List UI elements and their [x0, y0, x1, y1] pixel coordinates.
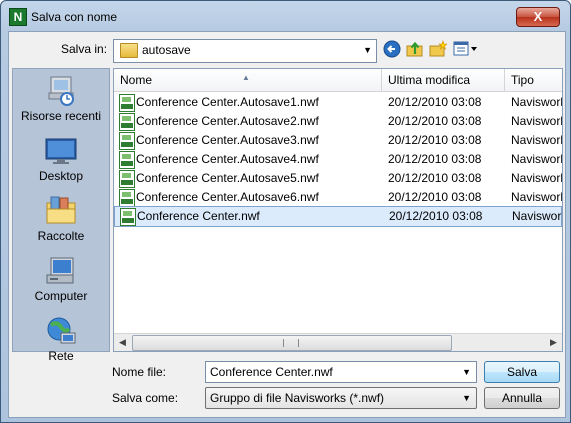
- new-folder-icon[interactable]: [429, 40, 448, 58]
- save-as-dialog: N Salva con nome X Salva in: autosave ▼: [0, 0, 571, 423]
- window-title: Salva con nome: [31, 10, 118, 24]
- column-type-label: Tipo: [511, 73, 534, 87]
- file-row[interactable]: Conference Center.Autosave3.nwf 20/12/20…: [114, 131, 562, 150]
- file-date: 20/12/2010 03:08: [388, 114, 482, 128]
- folder-icon: [120, 43, 138, 58]
- column-name-label: Nome: [120, 73, 153, 87]
- grip-icon: [283, 339, 299, 347]
- place-desktop[interactable]: Desktop: [13, 131, 109, 189]
- place-network[interactable]: Rete: [13, 311, 109, 369]
- nwf-file-icon: [119, 113, 135, 131]
- file-date: 20/12/2010 03:08: [388, 95, 482, 109]
- column-header: Nome ▲ Ultima modifica Tipo: [114, 69, 562, 92]
- file-row[interactable]: Conference Center.Autosave1.nwf 20/12/20…: [114, 93, 562, 112]
- places-bar: Risorse recenti Desktop Raccolte Compute…: [12, 68, 110, 363]
- place-label: Desktop: [38, 169, 84, 183]
- file-type: Navisworks: [511, 133, 562, 147]
- place-label: Computer: [34, 289, 88, 303]
- file-type: Navisworks: [512, 209, 562, 223]
- file-date: 20/12/2010 03:08: [389, 209, 483, 223]
- file-type: Navisworks: [511, 152, 562, 166]
- chevron-down-icon[interactable]: ▼: [363, 45, 372, 55]
- nwf-file-icon: [119, 132, 135, 150]
- filename-value: Conference Center.nwf: [210, 365, 333, 379]
- file-row-selected[interactable]: Conference Center.nwf 20/12/2010 03:08 N…: [114, 206, 562, 227]
- place-label: Rete: [48, 349, 74, 363]
- up-folder-icon[interactable]: [406, 40, 424, 58]
- horizontal-scrollbar[interactable]: ◀ ▶: [114, 333, 562, 351]
- nwf-file-icon: [120, 208, 136, 226]
- column-type[interactable]: Tipo: [505, 69, 562, 91]
- file-type: Navisworks: [511, 171, 562, 185]
- file-date: 20/12/2010 03:08: [388, 190, 482, 204]
- look-in-label: Salva in:: [61, 42, 108, 56]
- file-name: Conference Center.Autosave2.nwf: [136, 114, 319, 128]
- file-name: Conference Center.nwf: [137, 209, 260, 223]
- recent-places-icon: [45, 75, 77, 106]
- column-name[interactable]: Nome ▲: [114, 69, 382, 91]
- nwf-file-icon: [119, 189, 135, 207]
- view-menu-icon[interactable]: [453, 40, 479, 58]
- nwf-file-icon: [119, 151, 135, 169]
- navisworks-app-icon: N: [9, 8, 27, 26]
- file-type: Navisworks: [511, 190, 562, 204]
- scroll-right-icon[interactable]: ▶: [545, 334, 562, 351]
- file-name: Conference Center.Autosave1.nwf: [136, 95, 319, 109]
- nwf-file-icon: [119, 94, 135, 112]
- filetype-value: Gruppo di file Navisworks (*.nwf): [210, 391, 385, 405]
- save-button[interactable]: Salva: [484, 361, 560, 383]
- look-in-combo[interactable]: autosave ▼: [113, 39, 377, 63]
- file-type: Navisworks: [511, 95, 562, 109]
- file-date: 20/12/2010 03:08: [388, 152, 482, 166]
- place-label: Raccolte: [37, 229, 85, 243]
- file-name: Conference Center.Autosave6.nwf: [136, 190, 319, 204]
- title-bar[interactable]: N Salva con nome X: [1, 1, 570, 31]
- network-icon: [45, 315, 77, 345]
- column-modified[interactable]: Ultima modifica: [382, 69, 505, 91]
- filetype-select[interactable]: Gruppo di file Navisworks (*.nwf) ▼: [205, 387, 477, 409]
- chevron-down-icon[interactable]: ▼: [462, 367, 471, 377]
- nwf-file-icon: [119, 170, 135, 188]
- file-name: Conference Center.Autosave3.nwf: [136, 133, 319, 147]
- file-name: Conference Center.Autosave5.nwf: [136, 171, 319, 185]
- place-recent[interactable]: Risorse recenti: [13, 71, 109, 129]
- filename-label: Nome file:: [112, 365, 167, 379]
- back-icon[interactable]: [383, 40, 401, 58]
- place-label: Risorse recenti: [20, 109, 102, 123]
- scroll-left-icon[interactable]: ◀: [114, 334, 131, 351]
- sort-ascending-icon: ▲: [242, 73, 250, 82]
- filetype-label: Salva come:: [112, 391, 179, 405]
- file-type: Navisworks: [511, 114, 562, 128]
- look-in-value: autosave: [142, 43, 191, 57]
- desktop-icon: [45, 135, 77, 165]
- file-date: 20/12/2010 03:08: [388, 171, 482, 185]
- file-date: 20/12/2010 03:08: [388, 133, 482, 147]
- close-button[interactable]: X: [516, 7, 560, 27]
- place-computer[interactable]: Computer: [13, 251, 109, 309]
- scrollbar-thumb[interactable]: [132, 335, 452, 351]
- file-row[interactable]: Conference Center.Autosave4.nwf 20/12/20…: [114, 150, 562, 169]
- cancel-button[interactable]: Annulla: [484, 387, 560, 409]
- place-libraries[interactable]: Raccolte: [13, 191, 109, 249]
- filename-input[interactable]: Conference Center.nwf ▼: [205, 361, 477, 383]
- dialog-body: Salva in: autosave ▼ Risorse recenti Des…: [8, 31, 566, 418]
- computer-icon: [45, 255, 77, 285]
- chevron-down-icon[interactable]: ▼: [462, 393, 471, 403]
- file-list[interactable]: Nome ▲ Ultima modifica Tipo Conference C…: [113, 68, 563, 352]
- file-name: Conference Center.Autosave4.nwf: [136, 152, 319, 166]
- file-row[interactable]: Conference Center.Autosave2.nwf 20/12/20…: [114, 112, 562, 131]
- libraries-icon: [45, 195, 77, 225]
- file-row[interactable]: Conference Center.Autosave5.nwf 20/12/20…: [114, 169, 562, 188]
- column-modified-label: Ultima modifica: [388, 73, 471, 87]
- file-row[interactable]: Conference Center.Autosave6.nwf 20/12/20…: [114, 188, 562, 207]
